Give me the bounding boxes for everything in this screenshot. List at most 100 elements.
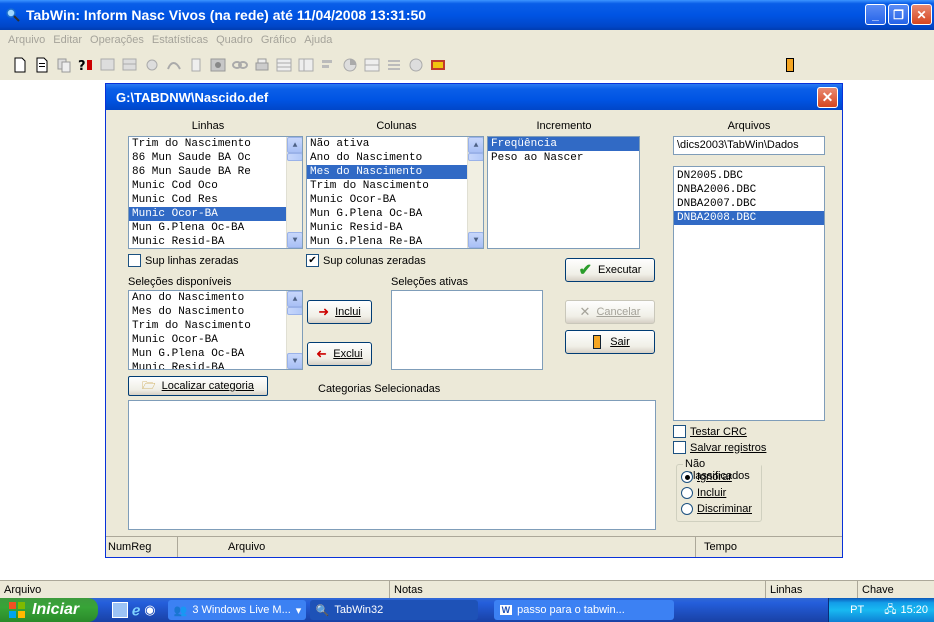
arquivos-listbox[interactable]: DN2005.DBC DNBA2006.DBC DNBA2007.DBC DNB…: [673, 166, 825, 421]
scroll-thumb[interactable]: [287, 153, 302, 161]
list-item[interactable]: Munic Resid-BA: [307, 221, 483, 235]
new-document-icon[interactable]: [12, 57, 28, 73]
selecoes-disponiveis-listbox[interactable]: Ano do Nascimento Mes do Nascimento Trim…: [128, 290, 303, 370]
list-item[interactable]: Trim do Nascimento: [129, 137, 302, 151]
colunas-listbox[interactable]: Não ativa Ano do Nascimento Mes do Nasci…: [306, 136, 484, 249]
radio-button[interactable]: [681, 487, 693, 499]
sup-colunas-checkbox[interactable]: ✔ Sup colunas zeradas: [306, 254, 426, 267]
list-item-selected[interactable]: DNBA2008.DBC: [674, 211, 824, 225]
linhas-scrollbar[interactable]: ▲ ▼: [286, 137, 302, 248]
restore-button[interactable]: ❐: [888, 4, 909, 25]
list-item[interactable]: 86 Mun Saude BA Oc: [129, 151, 302, 165]
menu-grafico[interactable]: Gráfico: [261, 34, 296, 46]
list-item-selected[interactable]: Freqüência: [488, 137, 639, 151]
colunas-header: Colunas: [376, 120, 417, 132]
task-word-document[interactable]: W passo para o tabwin...: [493, 600, 674, 620]
media-player-icon[interactable]: ◉: [144, 602, 155, 618]
linhas-listbox[interactable]: Trim do Nascimento 86 Mun Saude BA Oc 86…: [128, 136, 303, 249]
scroll-up-icon[interactable]: ▲: [287, 137, 302, 153]
radio-button[interactable]: [681, 503, 693, 515]
radio-incluir[interactable]: Incluir: [681, 487, 726, 499]
radio-discriminar[interactable]: Discriminar: [681, 503, 752, 515]
list-item[interactable]: Mun G.Plena Re-BA: [307, 235, 483, 248]
list-item[interactable]: Ano do Nascimento: [129, 291, 302, 305]
windows-logo-icon: [9, 602, 25, 618]
selecoes-ativas-listbox[interactable]: [391, 290, 543, 370]
menu-operacoes[interactable]: Operações: [90, 34, 144, 46]
list-item[interactable]: DNBA2007.DBC: [674, 197, 824, 211]
list-item[interactable]: Mun G.Plena Oc-BA: [129, 221, 302, 235]
list-item[interactable]: Munic Cod Res: [129, 193, 302, 207]
network-icon[interactable]: 🖧: [884, 601, 896, 620]
list-item[interactable]: Ano do Nascimento: [307, 151, 483, 165]
list-item[interactable]: Munic Resid-BA: [129, 361, 302, 369]
list-item[interactable]: Munic Resid-BA: [129, 235, 302, 248]
scroll-down-icon[interactable]: ▼: [468, 232, 483, 248]
radio-ignorar[interactable]: Ignorar: [681, 471, 732, 483]
scroll-up-icon[interactable]: ▲: [287, 291, 302, 307]
clock[interactable]: 15:20: [900, 604, 928, 616]
menu-estatisticas[interactable]: Estatísticas: [152, 34, 208, 46]
list-item[interactable]: 86 Mun Saude BA Re: [129, 165, 302, 179]
list-item-selected[interactable]: Munic Ocor-BA: [129, 207, 302, 221]
list-item[interactable]: Trim do Nascimento: [307, 179, 483, 193]
list-item[interactable]: Peso ao Nascer: [488, 151, 639, 165]
menu-quadro[interactable]: Quadro: [216, 34, 253, 46]
dialog-close-button[interactable]: ✕: [817, 87, 838, 108]
sup-linhas-checkbox[interactable]: Sup linhas zeradas: [128, 254, 239, 267]
exit-door-icon[interactable]: [782, 57, 798, 73]
checkbox-box[interactable]: [128, 254, 141, 267]
app-title-bar[interactable]: TabWin: Inform Nasc Vivos (na rede) até …: [0, 0, 934, 30]
executar-button[interactable]: ✔ Executar: [565, 258, 655, 282]
lang-indicator[interactable]: PT: [850, 604, 864, 616]
localizar-categoria-button[interactable]: 🗁 Localizar categoria: [128, 376, 268, 396]
status-linhas: Linhas: [766, 581, 858, 598]
testar-crc-checkbox[interactable]: Testar CRC: [673, 425, 747, 438]
menu-ajuda[interactable]: Ajuda: [304, 34, 332, 46]
inclui-button[interactable]: ➜ Inclui: [307, 300, 372, 324]
open-document-icon[interactable]: [34, 57, 50, 73]
list-item[interactable]: Munic Ocor-BA: [129, 333, 302, 347]
scroll-thumb[interactable]: [468, 153, 483, 161]
task-windows-live[interactable]: 👥 3 Windows Live M... ▾: [167, 600, 306, 620]
colunas-scrollbar[interactable]: ▲ ▼: [467, 137, 483, 248]
exclui-label: Exclui: [333, 348, 363, 360]
help-icon[interactable]: ?: [78, 57, 94, 73]
list-item[interactable]: Mun G.Plena Oc-BA: [129, 347, 302, 361]
menu-arquivo[interactable]: Arquivo: [8, 34, 45, 46]
cancelar-label: Cancelar: [596, 306, 641, 318]
selecoes-scrollbar[interactable]: ▲ ▼: [286, 291, 302, 369]
task-tabwin32[interactable]: 🔍 TabWin32: [309, 600, 478, 620]
list-item[interactable]: DNBA2006.DBC: [674, 183, 824, 197]
radio-button[interactable]: [681, 471, 693, 483]
checkmark-icon[interactable]: ✔: [306, 254, 319, 267]
list-item[interactable]: Não ativa: [307, 137, 483, 151]
dialog-title-bar[interactable]: G:\TABDNW\Nascido.def: [106, 84, 842, 110]
list-item[interactable]: Munic Ocor-BA: [307, 193, 483, 207]
list-item[interactable]: Munic Cod Oco: [129, 179, 302, 193]
internet-explorer-icon[interactable]: ℯ: [132, 602, 140, 619]
list-item[interactable]: Mes do Nascimento: [129, 305, 302, 319]
sair-button[interactable]: Sair: [565, 330, 655, 354]
cancelar-button[interactable]: ✕ Cancelar: [565, 300, 655, 324]
categorias-selecionadas-box[interactable]: [128, 400, 656, 530]
arquivos-path-field[interactable]: \dics2003\TabWin\Dados: [673, 136, 825, 155]
scroll-down-icon[interactable]: ▼: [287, 232, 302, 248]
minimize-button[interactable]: _: [865, 4, 886, 25]
start-button[interactable]: Iniciar: [0, 598, 98, 622]
scroll-thumb[interactable]: [287, 307, 302, 315]
list-item[interactable]: Mun G.Plena Oc-BA: [307, 207, 483, 221]
checkbox-box[interactable]: [673, 441, 686, 454]
list-item-selected[interactable]: Mes do Nascimento: [307, 165, 483, 179]
scroll-down-icon[interactable]: ▼: [287, 353, 302, 369]
salvar-registros-checkbox[interactable]: Salvar registros: [673, 441, 766, 454]
incremento-listbox[interactable]: Freqüência Peso ao Nascer: [487, 136, 640, 249]
list-item[interactable]: DN2005.DBC: [674, 169, 824, 183]
close-app-button[interactable]: ✕: [911, 4, 932, 25]
menu-editar[interactable]: Editar: [53, 34, 82, 46]
list-item[interactable]: Trim do Nascimento: [129, 319, 302, 333]
exclui-button[interactable]: ➜ Exclui: [307, 342, 372, 366]
show-desktop-icon[interactable]: [112, 602, 128, 618]
scroll-up-icon[interactable]: ▲: [468, 137, 483, 153]
checkbox-box[interactable]: [673, 425, 686, 438]
